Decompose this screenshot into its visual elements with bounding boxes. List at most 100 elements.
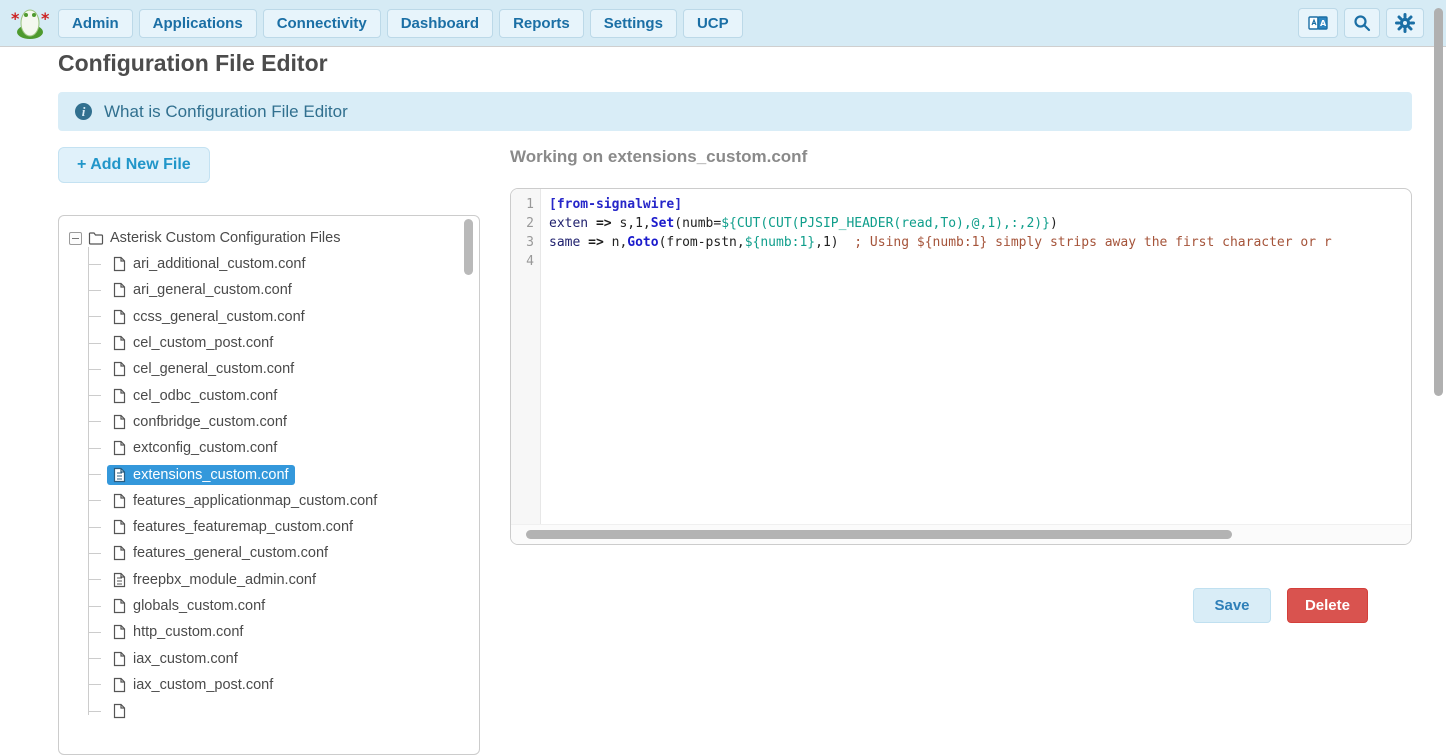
folder-icon (88, 231, 104, 245)
file-icon (113, 519, 126, 535)
tree-item[interactable]: iax_custom_post.conf (83, 672, 469, 698)
nav-tab-settings[interactable]: Settings (590, 9, 677, 38)
page-title: Configuration File Editor (58, 50, 328, 77)
freepbx-logo[interactable]: * * (8, 6, 52, 40)
gear-icon (1395, 13, 1415, 33)
file-icon (113, 282, 126, 298)
file-name: extensions_custom.conf (133, 467, 289, 483)
collapse-icon[interactable] (69, 232, 82, 245)
nav-tab-dashboard[interactable]: Dashboard (387, 9, 493, 38)
tree-item[interactable]: features_featuremap_custom.conf (83, 514, 469, 540)
tree-item[interactable]: http_custom.conf (83, 619, 469, 645)
nav-tab-connectivity[interactable]: Connectivity (263, 9, 381, 38)
tree-item[interactable]: extensions_custom.conf (83, 461, 469, 487)
file-name: http_custom.conf (133, 624, 243, 640)
file-icon (113, 677, 126, 693)
info-banner[interactable]: i What is Configuration File Editor (58, 92, 1412, 131)
tree-connector-line (88, 290, 101, 291)
nav-tab-ucp[interactable]: UCP (683, 9, 743, 38)
file-name: cel_general_custom.conf (133, 361, 294, 377)
line-number: 2 (511, 214, 541, 233)
info-icon: i (75, 103, 92, 120)
add-new-file-button[interactable]: + Add New File (58, 147, 210, 183)
search-button[interactable] (1344, 8, 1380, 38)
file-name: globals_custom.conf (133, 598, 265, 614)
line-number: 3 (511, 233, 541, 252)
save-button[interactable]: Save (1193, 588, 1270, 623)
tree-scrollbar[interactable] (464, 219, 473, 275)
editor-hscroll-track (511, 524, 1411, 544)
code-editor: 1[from-signalwire]2exten => s,1,Set(numb… (510, 188, 1412, 545)
plus-icon: + (77, 156, 86, 173)
nav-tab-admin[interactable]: Admin (58, 9, 133, 38)
add-new-file-label: Add New File (90, 156, 190, 173)
file-icon (113, 256, 126, 272)
file-name: freepbx_module_admin.conf (133, 572, 316, 588)
top-navbar: * * AdminApplicationsConnectivityDashboa… (0, 0, 1446, 47)
tree-item[interactable]: cel_odbc_custom.conf (83, 382, 469, 408)
editor-actions: Save Delete (510, 588, 1412, 623)
tree-item[interactable]: freepbx_module_admin.conf (83, 567, 469, 593)
code-text: exten => s,1,Set(numb=${CUT(CUT(PJSIP_HE… (541, 214, 1411, 233)
code-editor-area[interactable]: 1[from-signalwire]2exten => s,1,Set(numb… (511, 189, 1411, 524)
file-icon (113, 545, 126, 561)
tree-item[interactable]: cel_custom_post.conf (83, 330, 469, 356)
tree-connector-line (88, 684, 101, 685)
file-icon (113, 624, 126, 640)
code-lines: 1[from-signalwire]2exten => s,1,Set(numb… (511, 195, 1411, 271)
file-lines-icon (113, 467, 126, 483)
nav-right-icons: A (1298, 8, 1438, 38)
file-icon (113, 414, 126, 430)
nav-tab-applications[interactable]: Applications (139, 9, 257, 38)
tree-root-label: Asterisk Custom Configuration Files (110, 230, 340, 246)
tree-connector-line (88, 527, 101, 528)
tree-root-folder[interactable]: Asterisk Custom Configuration Files (69, 225, 469, 251)
tree-connector-line (88, 553, 101, 554)
code-text: [from-signalwire] (541, 195, 1411, 214)
file-name: features_general_custom.conf (133, 545, 328, 561)
tree-item[interactable]: extconfig_custom.conf (83, 435, 469, 461)
file-name: cel_odbc_custom.conf (133, 388, 277, 404)
file-name: ccss_general_custom.conf (133, 309, 305, 325)
tree-item[interactable]: iax_custom.conf (83, 645, 469, 671)
tree-item[interactable]: features_general_custom.conf (83, 540, 469, 566)
delete-button[interactable]: Delete (1287, 588, 1368, 623)
file-name: features_applicationmap_custom.conf (133, 493, 377, 509)
svg-text:A: A (1320, 19, 1327, 28)
code-line: 4 (511, 252, 1411, 271)
tree-item[interactable]: confbridge_custom.conf (83, 409, 469, 435)
language-button[interactable]: A (1298, 8, 1338, 38)
file-icon (113, 361, 126, 377)
file-name: features_featuremap_custom.conf (133, 519, 353, 535)
nav-tab-reports[interactable]: Reports (499, 9, 584, 38)
tree-connector-line (88, 500, 101, 501)
info-text: What is Configuration File Editor (104, 102, 348, 122)
tree-item[interactable]: cel_general_custom.conf (83, 356, 469, 382)
file-icon (113, 440, 126, 456)
tree-connector-line (88, 658, 101, 659)
working-on-title: Working on extensions_custom.conf (510, 147, 807, 167)
tree-connector-line (88, 448, 101, 449)
tree-item[interactable]: globals_custom.conf (83, 593, 469, 619)
code-text: same => n,Goto(from-pstn,${numb:1},1) ; … (541, 233, 1411, 252)
tree-item[interactable]: ari_general_custom.conf (83, 277, 469, 303)
tree-connector-line (88, 632, 101, 633)
settings-button[interactable] (1386, 8, 1424, 38)
file-icon (113, 309, 126, 325)
tree-item[interactable]: ccss_general_custom.conf (83, 304, 469, 330)
tree-connector-line (88, 606, 101, 607)
file-icon (113, 598, 126, 614)
tree-connector-line (88, 264, 101, 265)
tree-item[interactable] (83, 698, 469, 724)
code-text (541, 252, 1411, 271)
search-icon (1353, 14, 1371, 32)
tree-connector-line (88, 316, 101, 317)
file-name: ari_additional_custom.conf (133, 256, 306, 272)
tree-item[interactable]: features_applicationmap_custom.conf (83, 488, 469, 514)
tree-item[interactable]: ari_additional_custom.conf (83, 251, 469, 277)
file-name: iax_custom.conf (133, 651, 238, 667)
editor-hscroll-thumb[interactable] (526, 530, 1232, 539)
page-scrollbar[interactable] (1434, 8, 1443, 396)
file-name: extconfig_custom.conf (133, 440, 277, 456)
tree-connector-line (88, 343, 101, 344)
